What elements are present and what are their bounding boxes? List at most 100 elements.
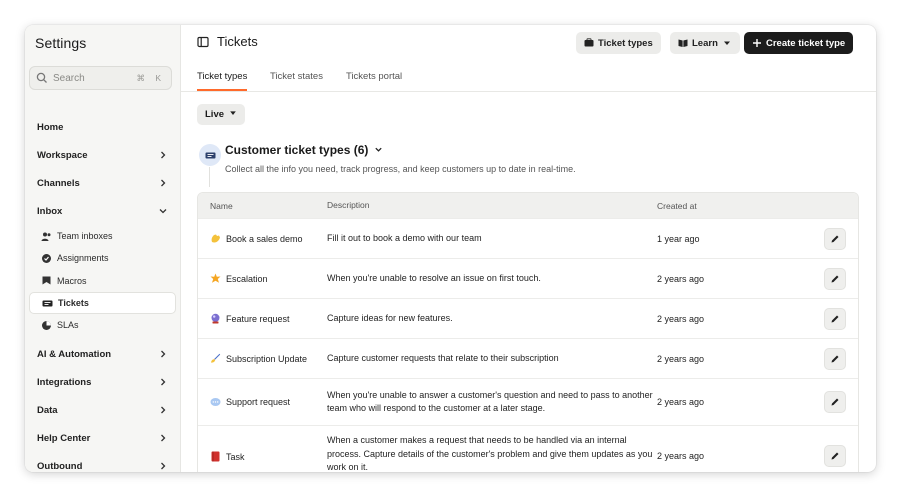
sidebar-item-label: Help Center xyxy=(37,432,91,444)
live-filter-dropdown[interactable]: Live xyxy=(197,104,246,125)
ticket-icon xyxy=(584,38,594,48)
button-label: Create ticket type xyxy=(766,37,846,49)
red-book-icon xyxy=(210,451,221,462)
pencil-icon xyxy=(831,398,839,406)
ticket-icon xyxy=(42,298,53,309)
table-header: Name Description Created at xyxy=(198,193,858,218)
edit-button[interactable] xyxy=(824,391,846,413)
section-title[interactable]: Customer ticket types (6) xyxy=(225,143,383,157)
table-row[interactable]: Support request When you're unable to an… xyxy=(198,378,858,425)
page-title: Tickets xyxy=(197,34,258,49)
sidebar-item-label: Channels xyxy=(37,177,80,189)
edit-button[interactable] xyxy=(824,445,846,467)
table-row[interactable]: Subscription Update Capture customer req… xyxy=(198,338,858,378)
sidebar-item-channels[interactable]: Channels xyxy=(25,169,180,197)
sidebar-item-help-center[interactable]: Help Center xyxy=(25,424,180,452)
sidebar-item-label: Tickets xyxy=(58,298,89,309)
row-created-at: 1 year ago xyxy=(657,233,700,244)
sidebar-item-label: Assignments xyxy=(57,253,109,264)
row-description: Capture ideas for new features. xyxy=(327,312,453,323)
table-row[interactable]: Escalation When you're unable to resolve… xyxy=(198,258,858,298)
tab-tickets-portal[interactable]: Tickets portal xyxy=(346,71,402,89)
chevron-down-icon xyxy=(374,143,383,157)
header: Tickets Ticket types Learn Create ticket… xyxy=(181,25,876,63)
sidebar-item-label: SLAs xyxy=(57,320,79,331)
button-label: Ticket types xyxy=(598,37,653,49)
ticket-types-button[interactable]: Ticket types xyxy=(576,32,661,54)
search-icon xyxy=(36,72,48,84)
page-title-text: Tickets xyxy=(217,34,258,49)
table-row[interactable]: Task When a customer makes a request tha… xyxy=(198,425,858,472)
macros-icon xyxy=(41,275,52,286)
sidebar-item-inbox[interactable]: Inbox xyxy=(25,197,180,225)
table-row[interactable]: Feature request Capture ideas for new fe… xyxy=(198,298,858,338)
column-header-name: Name xyxy=(210,200,233,211)
row-created-at: 2 years ago xyxy=(657,397,705,407)
sidebar-item-label: Macros xyxy=(57,275,87,286)
sidebar-item-workspace[interactable]: Workspace xyxy=(25,141,180,169)
row-name: Feature request xyxy=(226,313,290,324)
sidebar-item-home[interactable]: Home xyxy=(25,113,180,141)
pencil-icon xyxy=(831,275,839,282)
caret-down-icon xyxy=(229,109,237,120)
sidebar-item-label: Workspace xyxy=(37,149,88,161)
sidebar-item-tickets[interactable]: Tickets xyxy=(29,291,176,315)
chevron-right-icon xyxy=(158,461,168,471)
section-connector xyxy=(209,167,210,187)
sidebar-item-slas[interactable]: SLAs xyxy=(29,314,176,336)
chevron-right-icon xyxy=(158,405,168,415)
chevron-down-icon xyxy=(158,206,168,216)
tab-bar: Ticket types Ticket states Tickets porta… xyxy=(181,63,876,92)
sidebar-item-ai-automation[interactable]: AI & Automation xyxy=(25,340,180,368)
sidebar-item-team-inboxes[interactable]: Team inboxes xyxy=(29,225,176,247)
row-name: Escalation xyxy=(226,273,268,284)
sidebar-item-assignments[interactable]: Assignments xyxy=(29,247,176,269)
sidebar-item-data[interactable]: Data xyxy=(25,396,180,424)
ticket-type-section-icon xyxy=(199,144,221,166)
table-row[interactable]: Book a sales demo Fill it out to book a … xyxy=(198,218,858,258)
chevron-right-icon xyxy=(158,377,168,387)
search-placeholder: Search xyxy=(53,72,85,84)
create-ticket-type-button[interactable]: Create ticket type xyxy=(744,32,854,54)
waving-hand-icon xyxy=(210,233,221,244)
row-description: When a customer makes a request that nee… xyxy=(327,435,653,472)
settings-window: Settings Search ⌘ K Home Workspace Chann… xyxy=(25,25,876,472)
edit-button[interactable] xyxy=(824,267,846,290)
row-description: Fill it out to book a demo with our team xyxy=(327,232,482,243)
sidebar-item-integrations[interactable]: Integrations xyxy=(25,368,180,396)
sidebar-item-outbound[interactable]: Outbound xyxy=(25,452,180,472)
column-header-created-at: Created at xyxy=(657,200,697,211)
row-description: When you're unable to answer a customer'… xyxy=(327,389,653,414)
writing-hand-icon xyxy=(210,353,221,364)
sidebar-item-label: Outbound xyxy=(37,460,83,472)
row-created-at: 2 years ago xyxy=(657,273,705,284)
learn-button[interactable]: Learn xyxy=(670,32,740,54)
sidebar-item-macros[interactable]: Macros xyxy=(29,270,176,292)
plus-icon xyxy=(752,38,762,48)
row-name: Subscription Update xyxy=(226,353,308,364)
sidebar-toggle-icon[interactable] xyxy=(197,36,209,48)
column-header-description: Description xyxy=(327,199,370,210)
pencil-icon xyxy=(831,235,839,242)
sidebar-item-label: Data xyxy=(37,404,58,416)
row-created-at: 2 years ago xyxy=(657,353,705,364)
star-burst-icon xyxy=(210,273,221,284)
search-input[interactable]: Search ⌘ K xyxy=(29,66,172,90)
sidebar: Settings Search ⌘ K Home Workspace Chann… xyxy=(25,25,181,472)
chevron-right-icon xyxy=(158,178,168,188)
edit-button[interactable] xyxy=(824,347,846,370)
sla-icon xyxy=(41,320,52,331)
tab-ticket-states[interactable]: Ticket states xyxy=(270,71,323,89)
crystal-ball-icon xyxy=(210,313,221,324)
section-title-text: Customer ticket types (6) xyxy=(225,143,369,157)
edit-button[interactable] xyxy=(824,307,846,330)
chevron-right-icon xyxy=(158,349,168,359)
book-icon xyxy=(678,38,688,48)
sidebar-item-label: Inbox xyxy=(37,205,63,217)
tab-ticket-types[interactable]: Ticket types xyxy=(197,71,248,91)
edit-button[interactable] xyxy=(824,227,846,250)
search-shortcut: ⌘ K xyxy=(136,72,165,83)
button-label: Learn xyxy=(692,37,718,49)
row-created-at: 2 years ago xyxy=(657,451,705,461)
row-description: Capture customer requests that relate to… xyxy=(327,352,559,363)
